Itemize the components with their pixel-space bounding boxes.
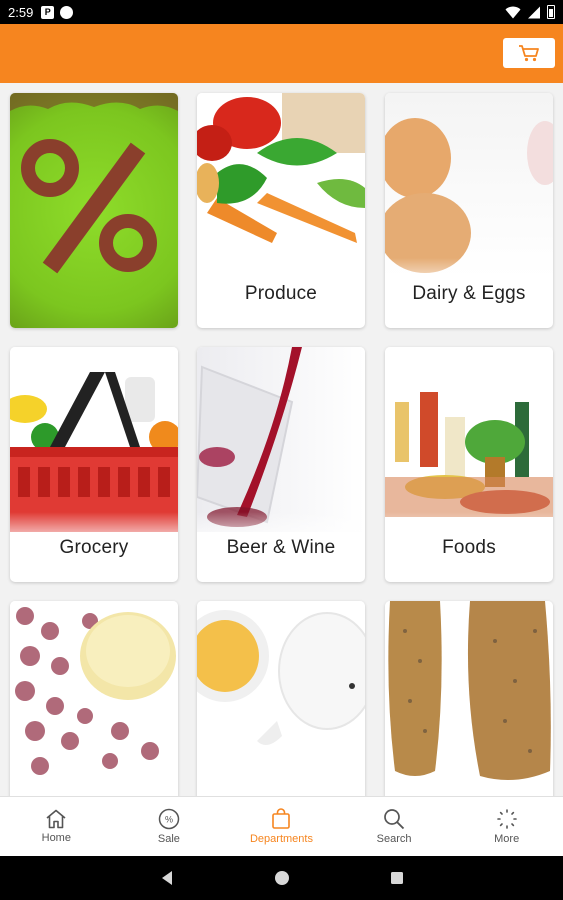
department-label: Foods: [442, 537, 496, 558]
nav-label-home: Home: [41, 832, 71, 844]
nav-sale[interactable]: % Sale: [113, 797, 226, 856]
tea-image: [197, 601, 365, 796]
app-notification-icon: [60, 5, 74, 19]
cart-icon: [519, 45, 539, 62]
svg-text:%: %: [165, 815, 173, 825]
status-time: 2:59: [8, 4, 34, 20]
department-tile-produce[interactable]: Produce: [197, 93, 365, 328]
produce-image: [197, 93, 365, 278]
nav-departments[interactable]: Departments: [225, 797, 338, 856]
department-tile-beer-wine[interactable]: Beer & Wine: [197, 347, 365, 582]
department-tile-foods[interactable]: Foods: [385, 347, 553, 582]
back-icon[interactable]: [160, 870, 174, 886]
department-tile-grocery[interactable]: Grocery: [10, 347, 178, 582]
department-label: Dairy & Eggs: [412, 283, 526, 304]
battery-icon: [547, 5, 555, 19]
nav-label-sale: Sale: [157, 833, 180, 845]
nav-label-departments: Departments: [249, 833, 313, 845]
nav-label-more: More: [494, 833, 520, 845]
department-label: Beer & Wine: [226, 537, 336, 558]
dairy-eggs-image: [385, 93, 553, 278]
cart-button[interactable]: [503, 38, 555, 68]
sale-image: [10, 93, 178, 328]
home-icon: [46, 809, 66, 829]
nav-more[interactable]: More: [450, 797, 563, 856]
beer-wine-image: [197, 347, 365, 532]
bag-icon: [272, 808, 291, 829]
department-tile-9[interactable]: [385, 601, 553, 796]
department-tile-8[interactable]: [197, 601, 365, 796]
wifi-icon: [505, 6, 521, 18]
department-label: Grocery: [59, 537, 129, 558]
department-label: Produce: [244, 283, 318, 304]
departments-grid: Produce Dairy & Eggs Grocery Beer & Wine…: [0, 83, 563, 796]
foods-image: [385, 347, 553, 532]
sale-icon: %: [158, 808, 180, 830]
app-bar: [0, 24, 563, 83]
bread-image: [385, 601, 553, 796]
rosebuds-soap-image: [10, 601, 178, 796]
grocery-image: [10, 347, 178, 532]
notification-icon: P: [41, 5, 55, 19]
status-bar: 2:59 P: [0, 0, 563, 24]
nav-label-search: Search: [376, 833, 412, 845]
nav-home[interactable]: Home: [0, 797, 113, 856]
bottom-navigation: Home % Sale Departments Search More: [0, 796, 563, 856]
department-tile-sale[interactable]: [10, 93, 178, 328]
recents-icon[interactable]: [390, 871, 404, 885]
department-tile-7[interactable]: [10, 601, 178, 796]
signal-icon: [528, 6, 540, 18]
home-circle-icon[interactable]: [274, 870, 290, 886]
nav-search[interactable]: Search: [338, 797, 451, 856]
department-tile-dairy-eggs[interactable]: Dairy & Eggs: [385, 93, 553, 328]
system-navigation-bar: [0, 856, 563, 900]
search-icon: [384, 809, 405, 830]
more-icon: [496, 809, 517, 829]
